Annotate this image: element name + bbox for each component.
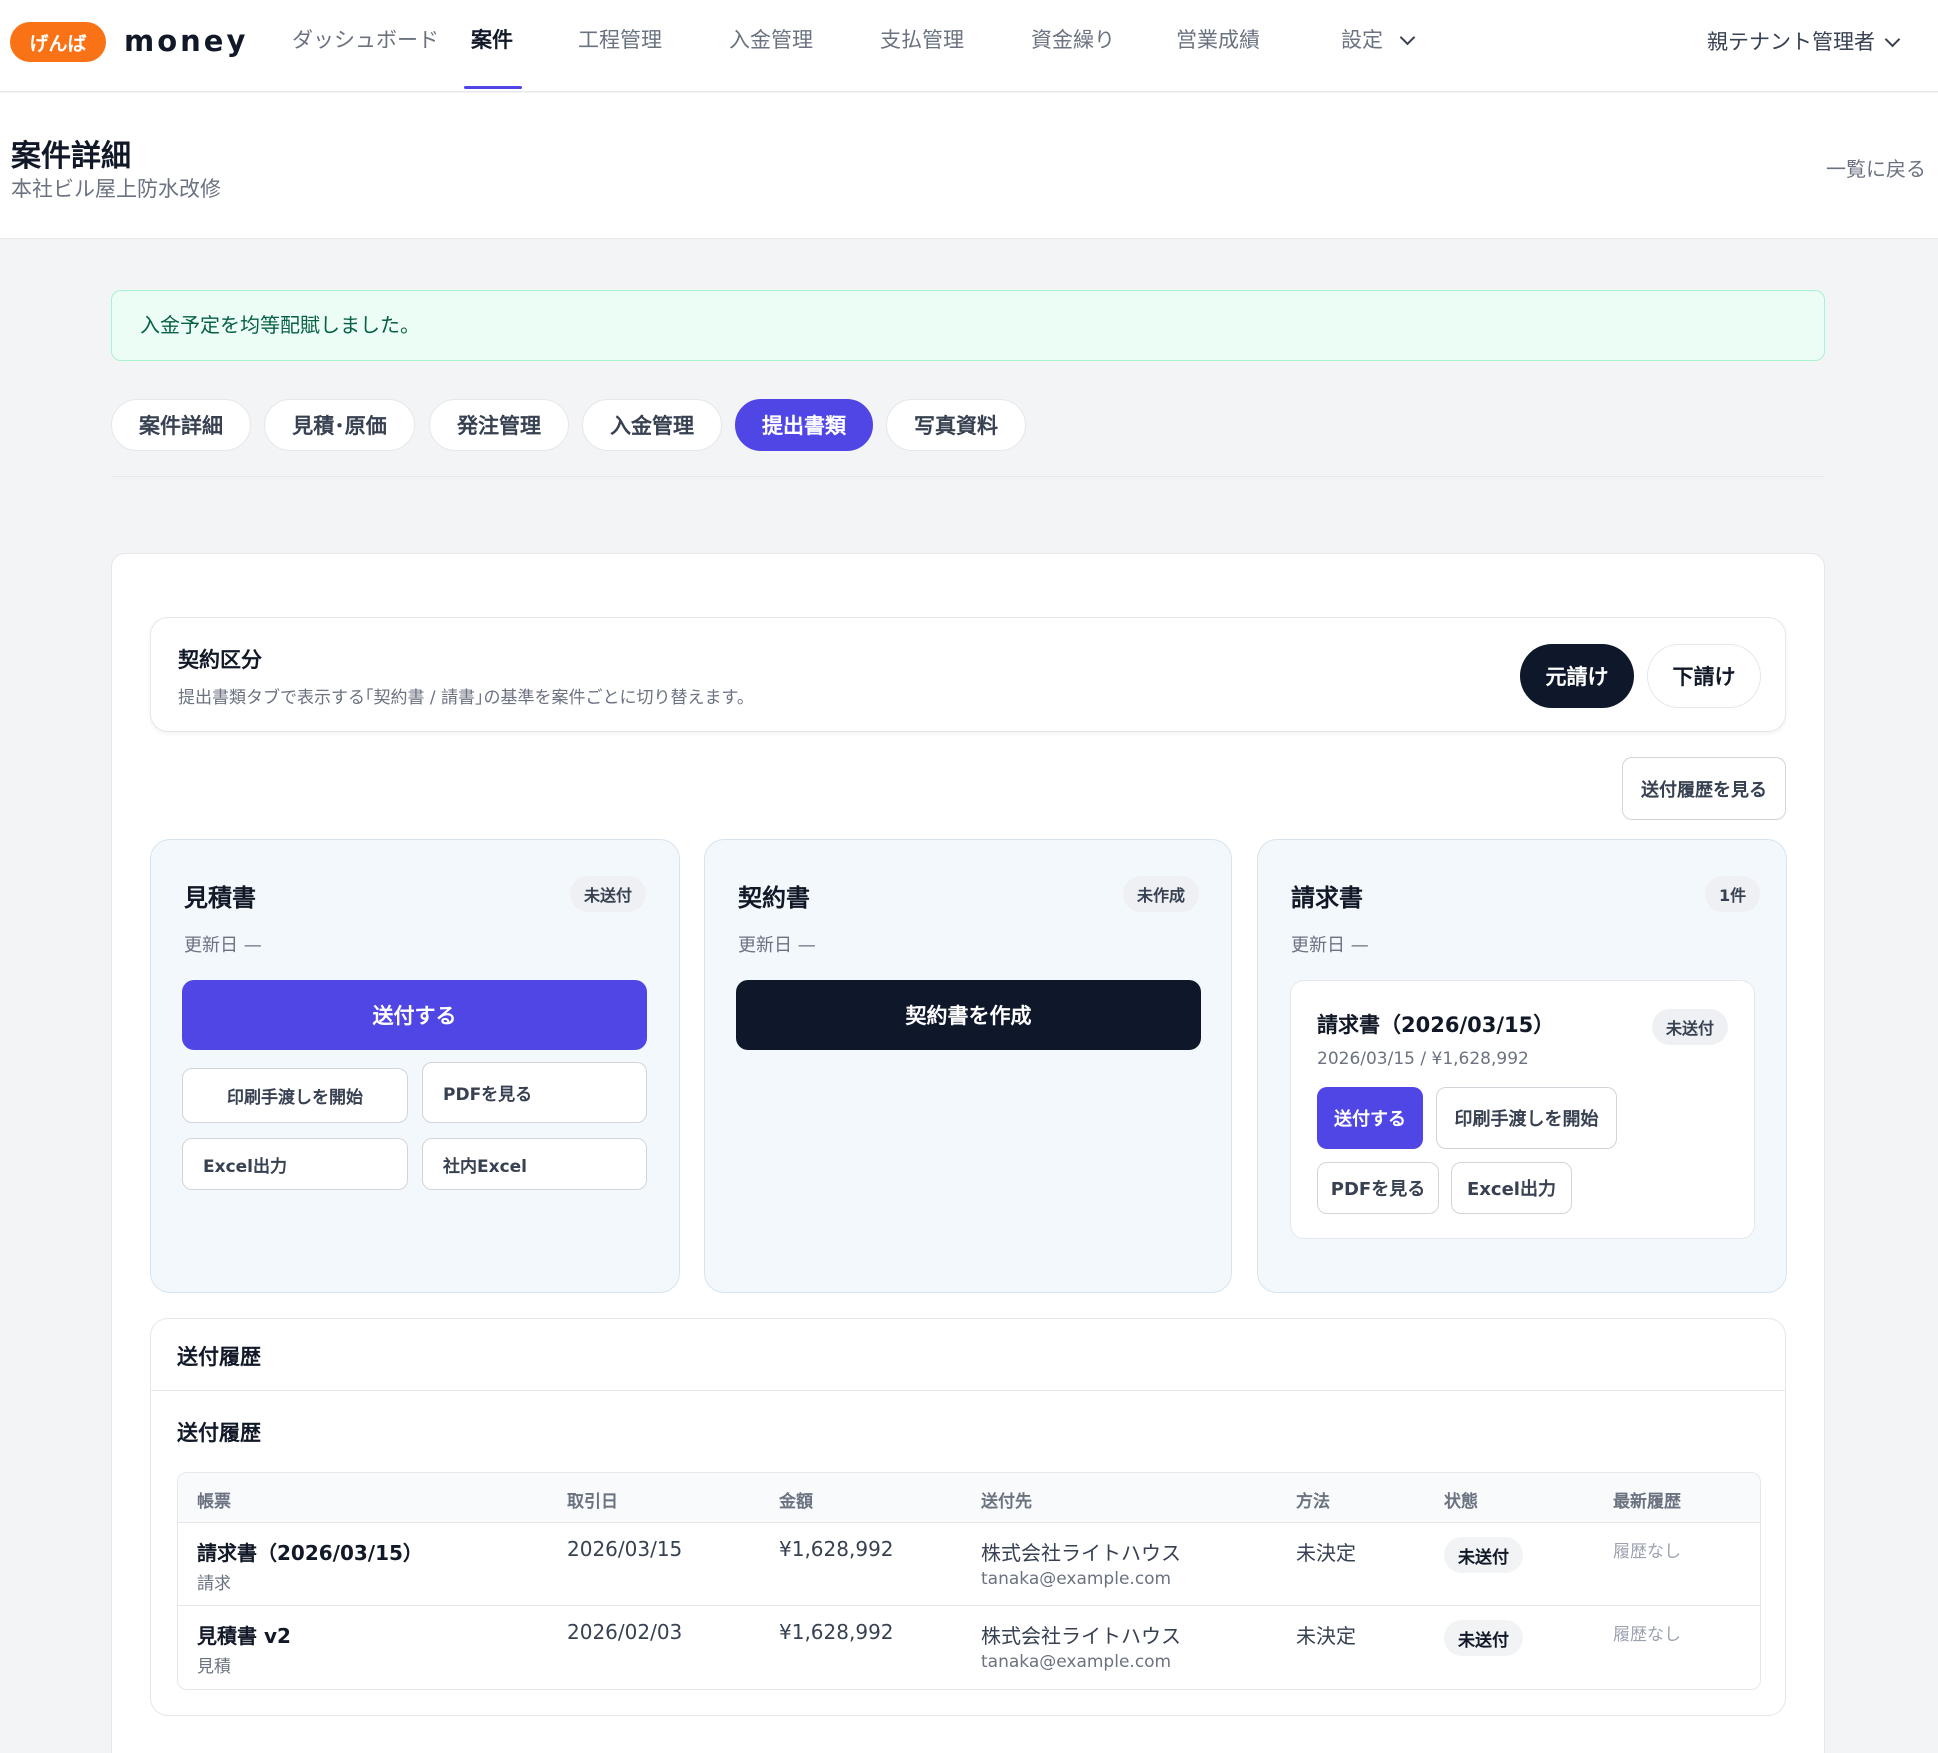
amount: ¥1,628,992 [779,1537,894,1561]
invoice-item-meta: 2026/03/15 / ¥1,628,992 [1317,1049,1529,1069]
internal-excel-button[interactable]: 社内Excel [422,1138,647,1190]
table-row[interactable]: 見積書 v2 見積 2026/02/03 ¥1,628,992 株式会社ライトハ… [178,1606,1760,1689]
brand-badge[interactable]: げんば [10,22,106,62]
nav-projects[interactable]: 案件 [471,24,513,56]
top-navigation-bar: げんば money ダッシュボード 案件 工程管理 入金管理 支払管理 資金繰り… [0,0,1938,92]
nav-receipts[interactable]: 入金管理 [729,24,813,56]
active-nav-indicator [464,86,522,89]
send-method: 未決定 [1296,1624,1356,1648]
page-subtitle: 本社ビル屋上防水改修 [11,177,221,201]
start-print-handover-button[interactable]: 印刷手渡しを開始 [1436,1087,1617,1149]
document-type: 請求 [197,1574,231,1594]
brand-name[interactable]: money [124,24,248,58]
nav-cashflow[interactable]: 資金繰り [1031,24,1115,56]
contract-card: 契約書 未作成 更新日 — 契約書を作成 [704,839,1232,1293]
amount: ¥1,628,992 [779,1620,894,1644]
updated-date: 更新日 — [1291,935,1369,956]
updated-date: 更新日 — [738,935,816,956]
column-header: 金額 [779,1492,813,1512]
status-badge: 未送付 [1444,1620,1523,1656]
view-send-history-button[interactable]: 送付履歴を見る [1622,757,1786,820]
success-notice: 入金予定を均等配賦しました。 [111,290,1825,361]
history-table-title: 送付履歴 [177,1421,261,1445]
nav-dashboard[interactable]: ダッシュボード [292,24,439,56]
history-section-title: 送付履歴 [177,1345,261,1369]
column-header: 取引日 [567,1492,618,1512]
send-method: 未決定 [1296,1541,1356,1565]
table-row[interactable]: 請求書（2026/03/15） 請求 2026/03/15 ¥1,628,992… [178,1523,1760,1606]
status-badge: 未送付 [1444,1537,1523,1573]
nav-settings[interactable]: 設定 [1341,24,1383,56]
chevron-down-icon[interactable] [1399,29,1416,46]
invoice-item-title: 請求書（2026/03/15） [1317,1013,1555,1037]
user-menu[interactable]: 親テナント管理者 [1707,26,1875,58]
column-header: 状態 [1444,1492,1478,1512]
tab-photos[interactable]: 写真資料 [886,399,1026,451]
recipient-name: 株式会社ライトハウス [981,1541,1181,1565]
send-invoice-button[interactable]: 送付する [1317,1087,1423,1149]
column-header: 帳票 [197,1492,231,1512]
estimate-card: 見積書 未送付 更新日 — 送付する 印刷手渡しを開始 PDFを見る Excel… [150,839,680,1293]
latest-history: 履歴なし [1613,1542,1681,1562]
contract-type-title: 契約区分 [178,648,262,672]
send-estimate-button[interactable]: 送付する [182,980,647,1050]
estimate-card-title: 見積書 [184,884,256,912]
excel-export-button[interactable]: Excel出力 [1451,1162,1572,1214]
tab-project-detail[interactable]: 案件詳細 [111,399,251,451]
nav-schedule[interactable]: 工程管理 [578,24,662,56]
invoice-card-title: 請求書 [1291,884,1363,912]
page-header: 案件詳細 本社ビル屋上防水改修 一覧に戻る [0,93,1938,239]
chevron-down-icon[interactable] [1884,31,1901,48]
document-name[interactable]: 見積書 v2 [197,1620,291,1649]
latest-history: 履歴なし [1613,1625,1681,1645]
divider [151,1390,1785,1391]
document-name[interactable]: 請求書（2026/03/15） [197,1537,423,1566]
status-badge: 未送付 [1652,1009,1729,1045]
contract-card-title: 契約書 [738,884,810,912]
recipient-email: tanaka@example.com [981,1652,1172,1672]
count-badge: 1件 [1705,876,1761,912]
tabs-divider [111,476,1825,477]
table-header: 帳票 取引日 金額 送付先 方法 状態 最新履歴 [178,1473,1760,1523]
document-type: 見積 [197,1657,231,1677]
tab-receipts[interactable]: 入金管理 [582,399,722,451]
tab-estimate-cost[interactable]: 見積･原価 [264,399,415,451]
transaction-date: 2026/03/15 [567,1537,683,1561]
subcontractor-toggle[interactable]: 下請け [1647,644,1761,708]
status-badge: 未作成 [1123,876,1200,912]
column-header: 方法 [1296,1492,1330,1512]
tab-documents[interactable]: 提出書類 [735,399,873,451]
prime-contractor-toggle[interactable]: 元請け [1520,644,1634,708]
nav-sales[interactable]: 営業成績 [1176,24,1260,56]
nav-payments[interactable]: 支払管理 [880,24,964,56]
transaction-date: 2026/02/03 [567,1620,683,1644]
view-pdf-button[interactable]: PDFを見る [422,1062,647,1123]
send-history-table: 帳票 取引日 金額 送付先 方法 状態 最新履歴 請求書（2026/03/15）… [177,1472,1761,1690]
tab-orders[interactable]: 発注管理 [429,399,569,451]
back-to-list-link[interactable]: 一覧に戻る [1826,153,1926,182]
column-header: 送付先 [981,1492,1032,1512]
create-contract-button[interactable]: 契約書を作成 [736,980,1201,1050]
column-header: 最新履歴 [1613,1492,1681,1512]
view-pdf-button[interactable]: PDFを見る [1317,1162,1439,1214]
start-print-handover-button[interactable]: 印刷手渡しを開始 [182,1068,408,1123]
send-history-section: 送付履歴 送付履歴 帳票 取引日 金額 送付先 方法 状態 最新履歴 請求書（2… [150,1318,1786,1716]
invoice-item: 請求書（2026/03/15） 未送付 2026/03/15 / ¥1,628,… [1290,980,1755,1239]
contract-type-description: 提出書類タブで表示する｢契約書 / 請書｣の基準を案件ごとに切り替えます。 [178,688,754,708]
updated-date: 更新日 — [184,935,262,956]
status-badge: 未送付 [570,876,647,912]
recipient-name: 株式会社ライトハウス [981,1624,1181,1648]
excel-export-button[interactable]: Excel出力 [182,1138,408,1190]
page-title: 案件詳細 [11,139,131,174]
recipient-email: tanaka@example.com [981,1569,1172,1589]
contract-type-section: 契約区分 提出書類タブで表示する｢契約書 / 請書｣の基準を案件ごとに切り替えま… [150,617,1786,732]
invoice-card: 請求書 1件 更新日 — 請求書（2026/03/15） 未送付 2026/03… [1257,839,1787,1293]
